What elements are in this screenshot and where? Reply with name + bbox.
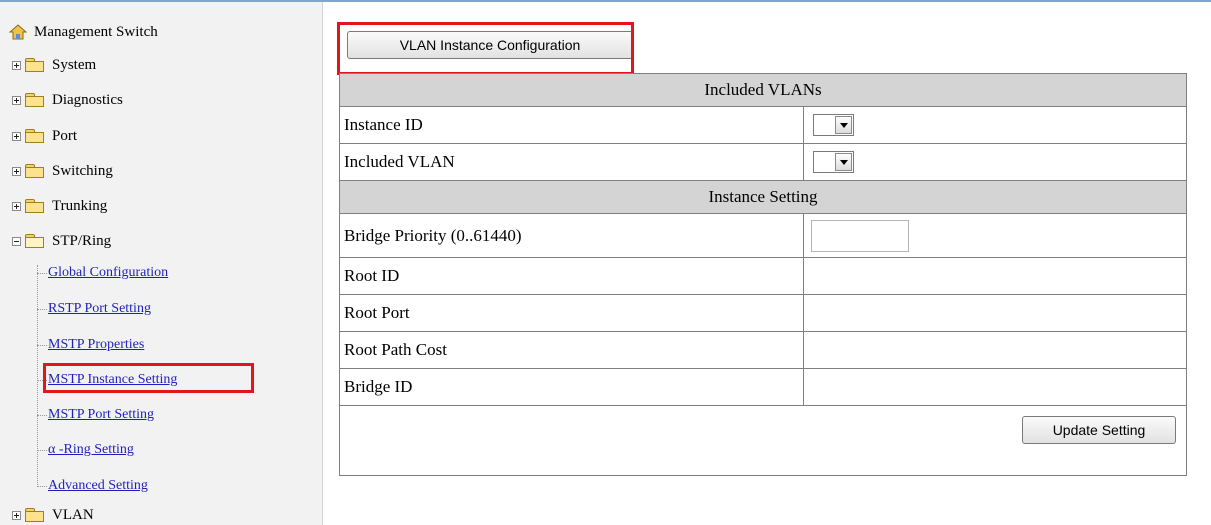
update-setting-button[interactable]: Update Setting (1022, 416, 1176, 444)
expand-icon[interactable] (12, 201, 21, 211)
folder-icon (25, 199, 44, 213)
root-port-label: Root Port (339, 294, 804, 332)
expand-icon[interactable] (12, 131, 21, 141)
tree-item-switching[interactable]: Switching (12, 161, 113, 181)
root-path-cost-label: Root Path Cost (339, 331, 804, 369)
expand-icon[interactable] (12, 95, 21, 105)
tree-item-label: Port (52, 127, 78, 144)
tree-item-system[interactable]: System (12, 55, 96, 75)
tree-subitem-advanced-setting[interactable]: Advanced Setting (37, 476, 148, 496)
instance-id-select[interactable] (813, 114, 854, 137)
link-global-configuration[interactable]: Global Configuration (48, 265, 168, 281)
tree-item-label: VLAN (52, 506, 94, 523)
sidebar-tree: Management Switch System Diagnostics Por… (0, 2, 323, 525)
tree-item-label: Trunking (52, 197, 108, 214)
tree-root[interactable]: Management Switch (8, 22, 158, 42)
tree-subitem-mstp-properties[interactable]: MSTP Properties (37, 335, 144, 355)
bridge-id-label: Bridge ID (339, 368, 804, 406)
folder-icon (25, 508, 44, 522)
tree-item-label: STP/Ring (52, 232, 112, 249)
link-advanced-setting[interactable]: Advanced Setting (48, 478, 148, 494)
tree-item-stp-ring[interactable]: STP/Ring (12, 231, 111, 251)
folder-icon (25, 129, 44, 143)
link-mstp-properties[interactable]: MSTP Properties (48, 337, 144, 353)
tree-item-label: Diagnostics (52, 91, 123, 108)
tree-item-label: Switching (52, 162, 113, 179)
bridge-priority-input[interactable] (811, 219, 909, 252)
section-header-included-vlans: Included VLANs (339, 73, 1187, 107)
folder-open-icon (25, 234, 44, 248)
tree-item-label: System (52, 56, 97, 73)
table-row: Bridge ID (339, 368, 1187, 406)
highlight-box-sidebar (43, 363, 254, 393)
table-row: Root Path Cost (339, 331, 1187, 369)
bridge-priority-label: Bridge Priority (0..61440) (339, 213, 804, 258)
collapse-icon[interactable] (12, 236, 21, 246)
root-port-value (803, 294, 1187, 332)
included-vlan-cell (803, 143, 1187, 181)
table-footer: Update Setting (339, 405, 1187, 476)
tree-root-label: Management Switch (34, 23, 158, 40)
table-row: Root Port (339, 294, 1187, 332)
folder-icon (25, 93, 44, 107)
section-header-instance-setting: Instance Setting (339, 180, 1187, 214)
highlight-box-button (337, 22, 634, 75)
switch-home-icon (8, 24, 28, 40)
expand-icon[interactable] (12, 166, 21, 176)
expand-icon[interactable] (12, 510, 21, 520)
link-alpha-ring-setting[interactable]: α -Ring Setting (48, 442, 134, 458)
instance-id-cell (803, 106, 1187, 144)
table-row: Root ID (339, 257, 1187, 295)
expand-icon[interactable] (12, 60, 21, 70)
tree-item-diagnostics[interactable]: Diagnostics (12, 90, 123, 110)
instance-table: Included VLANs Instance ID Included VLAN… (339, 73, 1187, 476)
bridge-id-value (803, 368, 1187, 406)
root-id-value (803, 257, 1187, 295)
tree-item-vlan[interactable]: VLAN (12, 505, 94, 525)
table-row: Instance ID (339, 106, 1187, 144)
link-mstp-port-setting[interactable]: MSTP Port Setting (48, 407, 154, 423)
instance-id-label: Instance ID (339, 106, 804, 144)
link-rstp-port-setting[interactable]: RSTP Port Setting (48, 301, 151, 317)
folder-icon (25, 164, 44, 178)
tree-item-trunking[interactable]: Trunking (12, 196, 107, 216)
table-row: Bridge Priority (0..61440) (339, 213, 1187, 258)
main-panel: VLAN Instance Configuration Included VLA… (337, 0, 1187, 525)
bridge-priority-cell (803, 213, 1187, 258)
tree-subitem-rstp-port-setting[interactable]: RSTP Port Setting (37, 299, 151, 319)
tree-item-port[interactable]: Port (12, 126, 77, 146)
folder-icon (25, 58, 44, 72)
tree-subitem-mstp-port-setting[interactable]: MSTP Port Setting (37, 405, 154, 425)
root-path-cost-value (803, 331, 1187, 369)
included-vlan-label: Included VLAN (339, 143, 804, 181)
chevron-down-icon[interactable] (835, 153, 852, 172)
included-vlan-select[interactable] (813, 151, 854, 174)
tree-subitem-global-configuration[interactable]: Global Configuration (37, 263, 168, 283)
tree-subitem-alpha-ring-setting[interactable]: α -Ring Setting (37, 440, 134, 460)
chevron-down-icon[interactable] (835, 116, 852, 135)
table-row: Included VLAN (339, 143, 1187, 181)
root-id-label: Root ID (339, 257, 804, 295)
